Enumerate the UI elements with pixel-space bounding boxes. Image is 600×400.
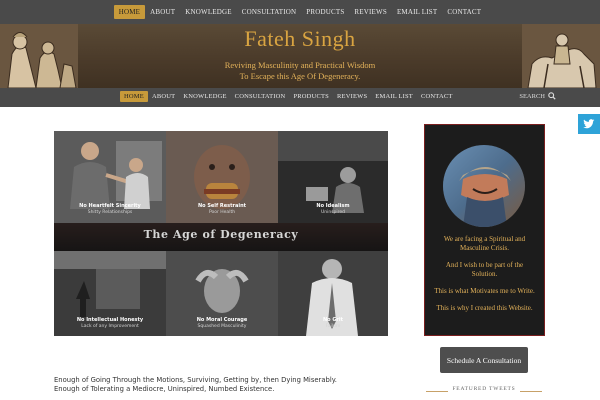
top-nav: HOME ABOUT KNOWLEDGE CONSULTATION PRODUC… xyxy=(0,0,600,24)
nav2-item-about[interactable]: ABOUT xyxy=(148,91,179,102)
turban-portrait-painting xyxy=(443,145,525,227)
nav-item-email-list[interactable]: EMAIL LIST xyxy=(392,5,442,19)
caption-idealism: No Idealism Uninspired xyxy=(316,203,350,215)
author-portrait xyxy=(443,145,525,227)
hero-degeneracy-collage: No Heartfelt Sincerity Shitty Relationsh… xyxy=(54,131,388,336)
panel-grit: No Grit Failure xyxy=(278,251,388,336)
mission-line-3: This is what Motivates me to Write. xyxy=(434,287,535,295)
search-label: SEARCH xyxy=(519,92,545,100)
nav2-item-knowledge[interactable]: KNOWLEDGE xyxy=(179,91,230,102)
header-banner: Fateh Singh Reviving Masculinity and Pra… xyxy=(0,24,600,88)
hero-title-band: The Age of Degeneracy xyxy=(54,223,388,251)
hero-title: The Age of Degeneracy xyxy=(143,228,299,241)
panel-idealism: No Idealism Uninspired xyxy=(278,131,388,223)
twitter-icon xyxy=(583,119,595,129)
nav2-item-reviews[interactable]: REVIEWS xyxy=(333,91,371,102)
nav-item-home[interactable]: HOME xyxy=(113,5,146,19)
nav2-item-products[interactable]: PRODUCTS xyxy=(289,91,333,102)
intro-line-2: Enough of Tolerating a Mediocre, Uninspi… xyxy=(54,385,275,393)
nav2-item-email-list[interactable]: EMAIL LIST xyxy=(371,91,417,102)
caption-self-restraint: No Self Restraint Poor Health xyxy=(197,203,247,215)
mission-line-4: This is why I created this Website. xyxy=(436,304,533,312)
nav2-item-home[interactable]: HOME xyxy=(120,91,148,102)
sidebar-intro-card: We are facing a Spiritual and Masculine … xyxy=(424,124,545,336)
nav-item-contact[interactable]: CONTACT xyxy=(442,5,486,19)
panel-moral-courage: No Moral Courage Squashed Masculinity xyxy=(166,251,278,336)
nav2-item-contact[interactable]: CONTACT xyxy=(417,91,457,102)
caption-heartfelt: No Heartfelt Sincerity Shitty Relationsh… xyxy=(79,203,141,215)
twitter-button[interactable] xyxy=(578,114,600,134)
nav-item-products[interactable]: PRODUCTS xyxy=(301,5,349,19)
mission-line-1: We are facing a Spiritual and Masculine … xyxy=(443,235,526,252)
nav-item-knowledge[interactable]: KNOWLEDGE xyxy=(180,5,237,19)
site-title[interactable]: Fateh Singh xyxy=(0,26,600,52)
nav-item-about[interactable]: ABOUT xyxy=(145,5,180,19)
nav-item-reviews[interactable]: REVIEWS xyxy=(349,5,392,19)
featured-tweets-label: FEATURED TWEETS xyxy=(452,386,516,392)
featured-tweets-heading: FEATURED TWEETS xyxy=(426,386,542,396)
nav-item-consultation[interactable]: CONSULTATION xyxy=(237,5,301,19)
caption-intellectual-honesty: No Intellectual Honesty Lack of any Impr… xyxy=(76,317,144,329)
nav2-item-consultation[interactable]: CONSULTATION xyxy=(231,91,290,102)
intro-line-1: Enough of Going Through the Motions, Sur… xyxy=(54,376,337,384)
caption-grit: No Grit Failure xyxy=(322,317,344,329)
site-tagline: Reviving Masculinity and Practical Wisdo… xyxy=(180,60,420,82)
search-toggle[interactable]: SEARCH xyxy=(519,92,556,100)
mission-line-2: And I wish to be part of the Solution. xyxy=(445,261,524,278)
panel-intellectual-honesty: No Intellectual Honesty Lack of any Impr… xyxy=(54,251,166,336)
sidebar-mission-text: We are facing a Spiritual and Masculine … xyxy=(433,235,536,321)
intro-text: Enough of Going Through the Motions, Sur… xyxy=(54,376,414,394)
schedule-consultation-button[interactable]: Schedule A Consultation xyxy=(440,347,528,373)
caption-moral-courage: No Moral Courage Squashed Masculinity xyxy=(196,317,248,329)
horse-rider-illustration-right xyxy=(522,24,600,88)
search-icon xyxy=(548,92,556,100)
tagline-line-2: To Escape this Age Of Degeneracy. xyxy=(239,71,361,81)
secondary-nav: HOME ABOUT KNOWLEDGE CONSULTATION PRODUC… xyxy=(0,88,600,107)
panel-heartfelt: No Heartfelt Sincerity Shitty Relationsh… xyxy=(54,131,166,223)
tagline-line-1: Reviving Masculinity and Practical Wisdo… xyxy=(224,60,376,70)
panel-self-restraint: No Self Restraint Poor Health xyxy=(166,131,278,223)
